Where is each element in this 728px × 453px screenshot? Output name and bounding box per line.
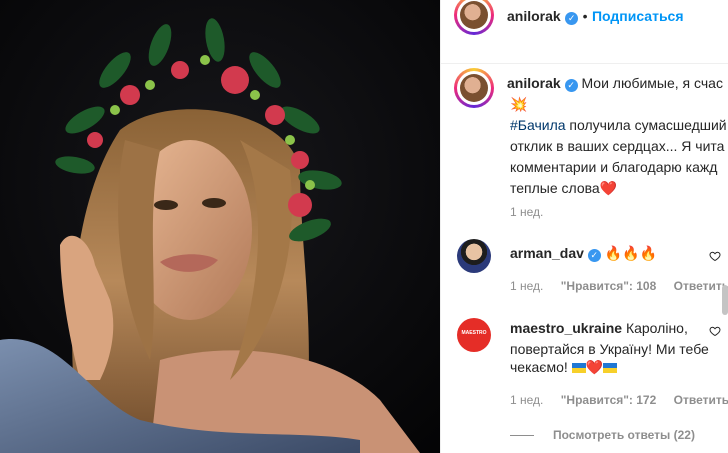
verified-badge-icon: ✓	[565, 12, 579, 25]
caption-username[interactable]: anilorak	[507, 75, 561, 91]
comment-likes-count[interactable]: "Нравится": 172	[561, 393, 657, 407]
comment-avatar[interactable]: MAESTRO	[457, 318, 491, 352]
replies-divider	[510, 435, 534, 436]
caption-author-avatar[interactable]	[457, 71, 491, 105]
post-side-panel: anilorak ✓ • Подписаться anilorak ✓ Мои …	[440, 0, 728, 453]
caption-text-line3: отклик в ваших сердцах... Я чита	[510, 138, 725, 154]
comment-text-3: чекаємо!	[510, 359, 568, 375]
caption-text-line4: комментарии и благодарю кажд	[510, 159, 718, 175]
caption-timestamp[interactable]: 1 нед.	[510, 205, 543, 219]
comment-text-1: Кароліно,	[625, 320, 688, 336]
caption-text-line2: получила сумасшедший	[565, 117, 727, 133]
author-username[interactable]: anilorak	[507, 8, 561, 24]
comment-timestamp[interactable]: 1 нед.	[510, 279, 543, 293]
caption-text-first: Мои любимые, я счас	[581, 75, 723, 91]
portrait-image	[0, 0, 440, 453]
caption-text-line5: теплые слова	[510, 180, 600, 196]
ukraine-flag-emoji	[603, 363, 618, 373]
heart-outline-icon[interactable]	[709, 250, 721, 262]
comment-reply-button[interactable]: Ответить	[674, 279, 728, 293]
comment-avatar[interactable]	[457, 239, 491, 273]
comments-scrollbar[interactable]	[722, 285, 728, 315]
red-heart-emoji: ❤️	[599, 180, 618, 196]
separator-dot: •	[582, 8, 588, 24]
verified-badge-icon: ✓	[587, 249, 601, 262]
fire-emoji: 🔥🔥🔥	[604, 245, 658, 261]
verified-badge-icon: ✓	[564, 79, 578, 92]
post-header: anilorak ✓ • Подписаться	[441, 0, 728, 64]
avatar-label: MAESTRO	[461, 330, 487, 336]
red-heart-emoji: ❤️	[585, 359, 604, 375]
comment-timestamp[interactable]: 1 нед.	[510, 393, 543, 407]
comment-username[interactable]: arman_dav	[510, 245, 584, 261]
heart-outline-icon[interactable]	[709, 325, 721, 337]
collision-emoji: 💥	[510, 96, 528, 112]
ukraine-flag-emoji	[571, 363, 586, 373]
comment-likes-count[interactable]: "Нравится": 108	[561, 279, 657, 293]
comment-reply-button[interactable]: Ответить	[674, 393, 728, 407]
comment-username[interactable]: maestro_ukraine	[510, 320, 622, 336]
view-replies-button[interactable]: Посмотреть ответы (22)	[553, 428, 695, 442]
caption-hashtag-link[interactable]: #Бачила	[510, 117, 566, 133]
post-photo[interactable]	[0, 0, 440, 453]
follow-button[interactable]: Подписаться	[592, 8, 684, 24]
